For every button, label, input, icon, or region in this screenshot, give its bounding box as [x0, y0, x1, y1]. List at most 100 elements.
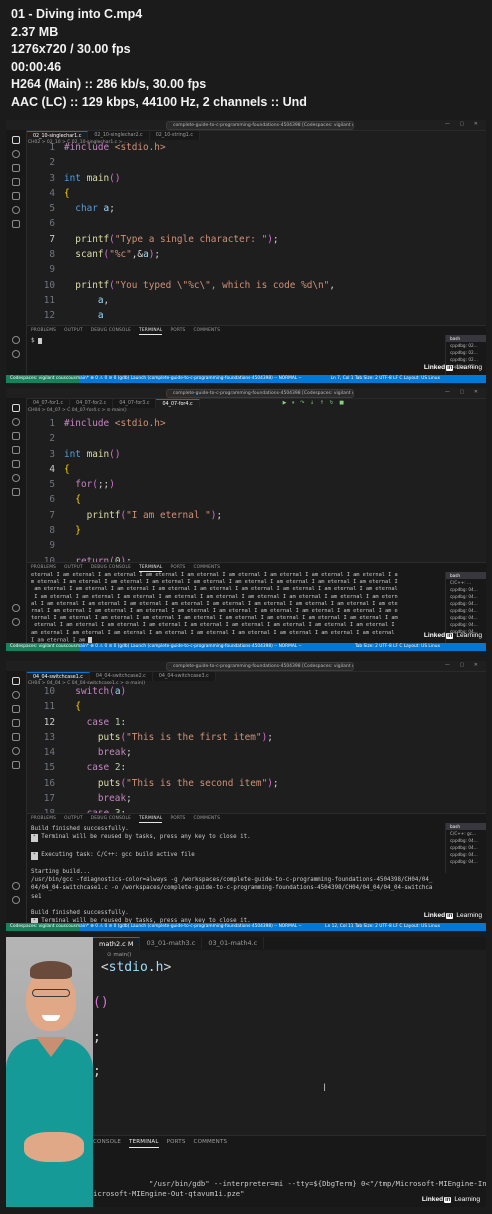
- code-line[interactable]: 5 char a;: [27, 201, 335, 216]
- code-line[interactable]: [93, 1082, 336, 1099]
- terminal-instance[interactable]: cppdbg: 04...: [446, 844, 486, 851]
- terminal-output[interactable]: icrosoft-MIEngine-Out-qtavum1i.pze": [93, 1189, 244, 1200]
- code-line[interactable]: 16 puts("This is the second item");: [27, 776, 284, 791]
- panel-tab[interactable]: COMMENTS: [193, 814, 220, 823]
- terminal-instance[interactable]: cppdbg: 04...: [446, 586, 486, 593]
- status-left[interactable]: main* ⊗ 0 ⚠ 0 ⊘ 0 (gdb) Launch (complete…: [76, 643, 302, 651]
- search-icon[interactable]: [12, 418, 20, 426]
- panel-tab[interactable]: DEBUG CONSOLE: [91, 814, 131, 823]
- panel-tab[interactable]: TERMINAL: [139, 814, 163, 823]
- terminal-output[interactable]: eternal I am eternal I am eternal I am e…: [27, 572, 486, 645]
- terminal-instance[interactable]: cppdbg: 04...: [446, 607, 486, 614]
- terminal-instance[interactable]: cppdbg: 02...: [446, 349, 486, 356]
- code-line[interactable]: 15 case 2:: [27, 760, 284, 775]
- remote-indicator[interactable]: Codespaces: vigilant couscous: [6, 375, 80, 383]
- gear-icon[interactable]: [12, 618, 20, 626]
- code-line[interactable]: 11 a,: [27, 293, 335, 308]
- panel-tab[interactable]: PORTS: [170, 814, 185, 823]
- panel-tab[interactable]: CONSOLE: [93, 1136, 121, 1148]
- status-left[interactable]: main* ⊗ 0 ⚠ 0 ⊘ 0 (gdb) Launch (complete…: [76, 923, 302, 931]
- code-line[interactable]: 11 {: [27, 699, 284, 714]
- run-debug-icon[interactable]: [12, 446, 20, 454]
- code-line[interactable]: 2: [27, 431, 222, 446]
- code-line[interactable]: 9: [27, 262, 335, 277]
- terminal-instance[interactable]: cppdbg: 04...: [446, 837, 486, 844]
- panel-tab[interactable]: COMMENTS: [194, 1136, 228, 1148]
- search-icon[interactable]: [12, 691, 20, 699]
- terminal-output[interactable]: $: [27, 337, 486, 345]
- code-line[interactable]: 1 #include <stdio.h>: [27, 416, 222, 431]
- code-line[interactable]: 1 #include <stdio.h>: [27, 140, 335, 155]
- cursor-position[interactable]: Ln 12, Col 11: [325, 924, 353, 929]
- editor-tab[interactable]: 03_01-math4.c: [202, 937, 265, 949]
- status-right[interactable]: Ln 12, Col 11 Tab Size: 2 UTF-8 LF C Lay…: [325, 923, 440, 931]
- extensions-icon[interactable]: [12, 192, 20, 200]
- code-line[interactable]: 9: [27, 538, 222, 553]
- code-line[interactable]: [93, 977, 336, 994]
- terminal-instance[interactable]: cppdbg: 04...: [446, 593, 486, 600]
- debug-toolbar[interactable]: ▶ ⏸ ↷ ↓ ↑ ↻ ■: [283, 400, 346, 406]
- terminal-list[interactable]: bash C/C++: gc... cppdbg: 04... cppdbg: 04.…: [445, 823, 486, 873]
- status-right-info[interactable]: Tab Size: 2 UTF-8 LF C Layout: US Linux: [355, 376, 440, 381]
- code-line[interactable]: ;: [93, 1064, 336, 1081]
- panel-tab[interactable]: PORTS: [170, 563, 185, 572]
- extensions-icon[interactable]: [12, 733, 20, 741]
- code-line[interactable]: 2: [27, 155, 335, 170]
- editor-tab[interactable]: math2.c M: [93, 937, 141, 950]
- terminal-instance[interactable]: C/C++: gc...: [446, 830, 486, 837]
- editor-tab[interactable]: 02_10-string1.c: [149, 131, 201, 140]
- code-line[interactable]: ;: [93, 1030, 336, 1047]
- explorer-icon[interactable]: [12, 677, 20, 685]
- code-line[interactable]: 10 printf("You typed \"%c\", which is co…: [27, 278, 335, 293]
- editor-tab[interactable]: 02_10-singlechar2.c: [88, 131, 150, 140]
- remote-explorer-icon[interactable]: [12, 747, 20, 755]
- command-center-search[interactable]: complete-guide-to-c-programming-foundati…: [166, 121, 354, 130]
- panel-tab[interactable]: TERMINAL: [139, 326, 163, 335]
- terminal-instance[interactable]: cppdbg: 04...: [446, 621, 486, 628]
- terminal-instance[interactable]: bash: [446, 572, 486, 579]
- cursor-position[interactable]: Ln 7, Col 1: [331, 376, 354, 381]
- extensions-icon[interactable]: [12, 460, 20, 468]
- breadcrumb[interactable]: ⊙ main(): [107, 952, 131, 958]
- panel-tab[interactable]: PROBLEMS: [31, 814, 56, 823]
- code-line[interactable]: 7 printf("Type a single character: ");: [27, 232, 335, 247]
- remote-explorer-icon[interactable]: [12, 206, 20, 214]
- terminal-instance[interactable]: cppdbg: 04...: [446, 858, 486, 865]
- status-right-info[interactable]: Tab Size: 2 UTF-8 LF C Layout: US Linux: [355, 924, 440, 929]
- code-line[interactable]: 8 scanf("%c",&a);: [27, 247, 335, 262]
- testing-icon[interactable]: [12, 761, 20, 769]
- testing-icon[interactable]: [12, 220, 20, 228]
- editor-tab[interactable]: 04_07-for2.c: [70, 399, 114, 408]
- window-controls[interactable]: — ▢ ✕: [445, 121, 482, 127]
- panel-tab[interactable]: DEBUG CONSOLE: [91, 326, 131, 335]
- command-center-search[interactable]: complete-guide-to-c-programming-foundati…: [166, 389, 354, 398]
- panel-tab[interactable]: COMMENTS: [193, 563, 220, 572]
- source-control-icon[interactable]: [12, 705, 20, 713]
- code-line[interactable]: <stdio.h>: [93, 960, 336, 977]
- account-icon[interactable]: [12, 882, 20, 890]
- terminal-output[interactable]: Build finished successfully. * Terminal w…: [27, 825, 486, 927]
- panel-tab[interactable]: TERMINAL: [129, 1136, 159, 1148]
- terminal-instance[interactable]: cppdbg: 04...: [446, 614, 486, 621]
- code-line[interactable]: 14 break;: [27, 745, 284, 760]
- editor-tab[interactable]: 04_07-for4.c: [156, 399, 200, 409]
- terminal-instance[interactable]: bash: [446, 823, 486, 830]
- editor-tab[interactable]: 04_04-switchcase3.c: [152, 672, 216, 681]
- explorer-icon[interactable]: [12, 136, 20, 144]
- terminal-instance[interactable]: cppdbg: 02...: [446, 356, 486, 363]
- explorer-icon[interactable]: [12, 404, 20, 412]
- terminal-instance[interactable]: cppdbg: 04...: [446, 851, 486, 858]
- account-icon[interactable]: [12, 604, 20, 612]
- code-line[interactable]: 4{: [27, 186, 335, 201]
- code-line[interactable]: 13 puts("This is the first item");: [27, 730, 284, 745]
- code-line[interactable]: 10 switch(a): [27, 684, 284, 699]
- code-line[interactable]: [93, 1117, 336, 1134]
- terminal-instance[interactable]: C/C++: ...: [446, 579, 486, 586]
- source-control-icon[interactable]: [12, 164, 20, 172]
- testing-icon[interactable]: [12, 488, 20, 496]
- command-center-search[interactable]: complete-guide-to-c-programming-foundati…: [166, 662, 354, 671]
- code-line[interactable]: (): [93, 995, 336, 1012]
- panel-tab[interactable]: OUTPUT: [64, 814, 83, 823]
- code-line[interactable]: 3 int main(): [27, 447, 222, 462]
- panel-tab[interactable]: DEBUG CONSOLE: [91, 563, 131, 572]
